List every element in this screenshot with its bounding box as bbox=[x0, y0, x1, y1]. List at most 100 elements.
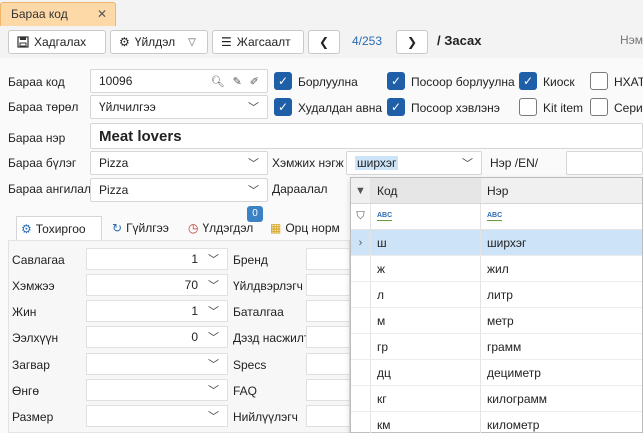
type-value: Үйлчилгээ bbox=[99, 100, 156, 114]
unit-value: ширхэг bbox=[355, 156, 399, 170]
unit-row[interactable]: ж жил bbox=[351, 256, 642, 282]
unit-row[interactable]: км километр bbox=[351, 412, 642, 433]
weight-label: Жин bbox=[12, 305, 37, 319]
next-button[interactable]: ❯ bbox=[396, 30, 428, 54]
document-tab[interactable]: Бараа код ✕ bbox=[0, 2, 116, 26]
packaging-stepper[interactable]: 1 ﹀ bbox=[86, 248, 228, 270]
gear-icon: ⚙ bbox=[21, 221, 32, 236]
unit-code-cell: кг bbox=[371, 386, 481, 411]
text-filter-icon: ABC bbox=[487, 212, 503, 221]
pencil-icon[interactable]: ✐ bbox=[250, 75, 259, 88]
tab-recipe[interactable]: ▦ Орц норм bbox=[266, 216, 344, 240]
purchase-checkbox[interactable]: ✓ bbox=[274, 98, 292, 116]
tab-recipe-label: Орц норм bbox=[285, 221, 340, 235]
warranty-input[interactable] bbox=[306, 300, 350, 322]
specs-input[interactable] bbox=[306, 353, 350, 375]
size-stepper[interactable]: 70 ﹀ bbox=[86, 274, 228, 296]
edit-icon[interactable]: ✎ bbox=[233, 75, 242, 88]
tab-settings[interactable]: ⚙ Тохиргоо bbox=[16, 216, 102, 240]
history-icon: ↻ bbox=[112, 221, 123, 235]
manufacturer-input[interactable] bbox=[306, 274, 350, 296]
list-button[interactable]: ☰ Жагсаалт bbox=[212, 30, 304, 54]
filter-icon[interactable]: ▼ bbox=[351, 178, 371, 203]
brand-input[interactable] bbox=[306, 248, 350, 270]
chevron-down-icon: ﹀ bbox=[462, 158, 473, 170]
actions-button[interactable]: ⚙ Үйлдэл ▽ bbox=[110, 30, 208, 54]
name-en-input[interactable] bbox=[566, 151, 643, 175]
unit-row[interactable]: гр грамм bbox=[351, 334, 642, 360]
class-select[interactable]: Pizza ﹀ bbox=[90, 178, 268, 202]
unit-row[interactable]: › ш ширхэг bbox=[351, 230, 642, 256]
supplier-input[interactable] bbox=[306, 405, 350, 427]
weight-value: 1 bbox=[191, 304, 198, 318]
column-header-code[interactable]: Код bbox=[371, 178, 481, 203]
weight-stepper[interactable]: 1 ﹀ bbox=[86, 300, 228, 322]
color-label: Өнгө bbox=[12, 384, 40, 398]
unit-name-cell: грамм bbox=[487, 339, 522, 354]
serial-label: Сериал bbox=[614, 101, 643, 115]
volume-value: 0 bbox=[191, 330, 198, 344]
toolbar: Хадгалах ⚙ Үйлдэл ▽ ☰ Жагсаалт ❮ 4/253 ❯… bbox=[0, 26, 643, 58]
unit-code-cell: ж bbox=[371, 256, 481, 281]
unit-select[interactable]: ширхэг ﹀ bbox=[346, 151, 482, 175]
save-button[interactable]: Хадгалах bbox=[8, 30, 106, 54]
tab-transactions[interactable]: ↻ Гүйлгээ bbox=[108, 216, 173, 240]
class-label: Бараа ангилал bbox=[8, 182, 91, 196]
tab-settings-label: Тохиргоо bbox=[35, 221, 86, 236]
unit-row[interactable]: м метр bbox=[351, 308, 642, 334]
type-select[interactable]: Үйлчилгээ ﹀ bbox=[90, 95, 268, 119]
search-icon[interactable]: 🔍︎ bbox=[211, 75, 225, 88]
record-counter: 4/253 bbox=[352, 34, 383, 48]
filter-row: ⛉ ABC ABC bbox=[351, 204, 642, 230]
kiosk-checkbox[interactable]: ✓ bbox=[519, 72, 537, 90]
pos-print-checkbox[interactable]: ✓ bbox=[387, 98, 405, 116]
group-value: Pizza bbox=[99, 156, 129, 170]
model-select[interactable]: ﹀ bbox=[86, 353, 228, 375]
pos-print-label: Посоор хэвлэнэ bbox=[411, 101, 500, 115]
unit-row[interactable]: дц дециметр bbox=[351, 360, 642, 386]
unit-row[interactable]: л литр bbox=[351, 282, 642, 308]
group-select[interactable]: Pizza ﹀ bbox=[90, 151, 268, 175]
code-filter-cell[interactable]: ABC bbox=[371, 204, 481, 229]
dimension-select[interactable]: ﹀ bbox=[86, 405, 228, 427]
unit-dropdown[interactable]: ▼ Код Нэр ⛉ ABC ABC › ш ширхэг ж жил л литр м ме… bbox=[350, 177, 643, 433]
chevron-down-icon: ﹀ bbox=[208, 411, 219, 423]
chevron-down-icon: ﹀ bbox=[208, 254, 219, 266]
serial-checkbox[interactable] bbox=[590, 98, 608, 116]
shelf-life-input[interactable] bbox=[306, 326, 350, 348]
chevron-down-icon: ﹀ bbox=[208, 280, 219, 292]
volume-stepper[interactable]: 0 ﹀ bbox=[86, 326, 228, 348]
add-link[interactable]: Нэм bbox=[620, 33, 643, 47]
funnel-icon[interactable]: ⛉ bbox=[351, 204, 371, 229]
faq-input[interactable] bbox=[306, 379, 350, 401]
close-icon[interactable]: ✕ bbox=[97, 7, 107, 21]
document-tab-strip: Бараа код ✕ bbox=[0, 0, 643, 26]
pos-sell-checkbox[interactable]: ✓ bbox=[387, 72, 405, 90]
name-filter-cell[interactable]: ABC bbox=[481, 204, 642, 229]
chevron-down-icon: ﹀ bbox=[248, 185, 259, 197]
chevron-down-icon: ﹀ bbox=[208, 332, 219, 344]
unit-code-cell: гр bbox=[371, 334, 481, 359]
row-indicator bbox=[351, 256, 371, 281]
column-header-name[interactable]: Нэр bbox=[481, 178, 642, 203]
dropdown-header: ▼ Код Нэр bbox=[351, 178, 642, 204]
specs-label: Specs bbox=[233, 358, 267, 372]
vat-checkbox[interactable] bbox=[590, 72, 608, 90]
color-select[interactable]: ﹀ bbox=[86, 379, 228, 401]
sell-checkbox[interactable]: ✓ bbox=[274, 72, 292, 90]
chevron-down-icon: ﹀ bbox=[208, 306, 219, 318]
unit-name-cell: литр bbox=[487, 287, 513, 302]
previous-button[interactable]: ❮ bbox=[308, 30, 340, 54]
code-input[interactable]: 10096 🔍︎ ✎ ✐ bbox=[90, 69, 268, 93]
model-label: Загвар bbox=[12, 358, 50, 372]
kit-item-checkbox[interactable] bbox=[519, 98, 537, 116]
row-indicator bbox=[351, 386, 371, 411]
vat-label: НХАТ bbox=[614, 75, 643, 89]
kiosk-label: Киоск bbox=[543, 75, 575, 89]
unit-row[interactable]: кг килограмм bbox=[351, 386, 642, 412]
row-indicator bbox=[351, 360, 371, 385]
chevron-right-icon: ❯ bbox=[406, 35, 418, 49]
name-input[interactable]: Meat lovers bbox=[90, 123, 643, 149]
class-value: Pizza bbox=[99, 183, 129, 197]
brand-label: Бренд bbox=[233, 253, 268, 267]
